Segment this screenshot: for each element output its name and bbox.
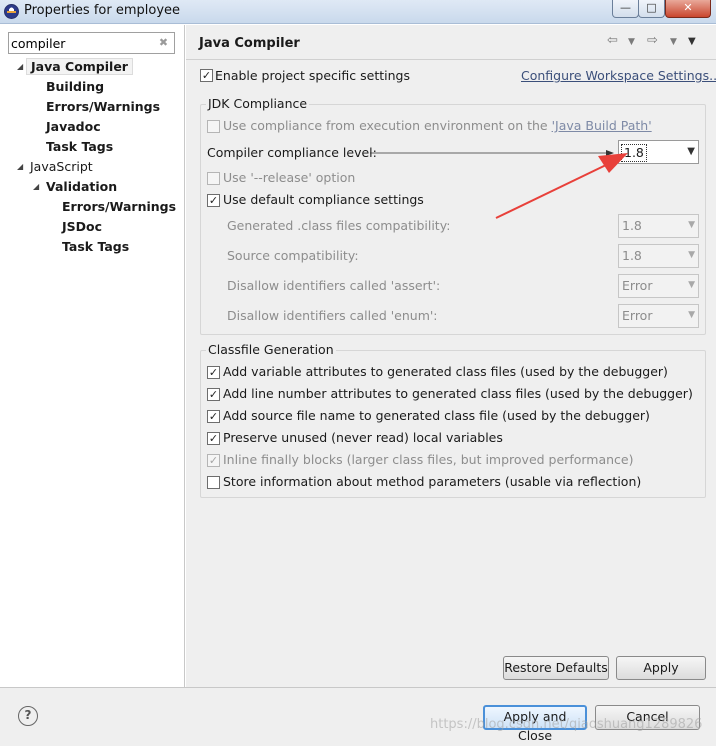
configure-workspace-link[interactable]: Configure Workspace Settings... [521,68,716,84]
tree-item-task-tags[interactable]: Task Tags [46,137,113,157]
disallow-assert-label: Disallow identifiers called 'assert': [227,278,441,293]
chevron-down-icon: ▼ [688,280,695,290]
generated-compat-select[interactable]: 1.8 ▼ [618,214,699,238]
back-icon[interactable]: ⇦ [607,33,618,48]
generated-compat-label: Generated .class files compatibility: [227,218,451,233]
source-file-name-checkbox[interactable]: ✓ [207,410,220,423]
inline-finally-label: Inline finally blocks (larger class file… [223,452,634,467]
filter-input[interactable] [11,34,151,52]
filter-box: ✖ [8,32,175,54]
window-title: Properties for employee [24,3,181,18]
disallow-enum-select[interactable]: Error ▼ [618,304,699,328]
minimize-button[interactable]: — [612,0,639,18]
chevron-down-icon: ▼ [688,220,695,230]
view-menu-icon[interactable]: ▼ [688,36,696,47]
enable-project-specific-label: Enable project specific settings [215,68,410,83]
tree-item-javadoc[interactable]: Javadoc [46,117,101,137]
use-default-compliance-checkbox[interactable]: ✓ [207,194,220,207]
chevron-down-icon: ▼ [687,146,695,157]
eclipse-icon [4,4,19,19]
generated-compat-value: 1.8 [622,218,642,233]
tree-item-building[interactable]: Building [46,77,104,97]
java-build-path-link[interactable]: 'Java Build Path' [552,118,652,133]
expand-validation-icon[interactable]: ◢ [33,177,39,197]
watermark: https://blog.csdn.net/qiaoshuang1289826 [430,717,703,732]
source-compat-value: 1.8 [622,248,642,263]
disallow-enum-label: Disallow identifiers called 'enum': [227,308,438,323]
expand-javascript-icon[interactable]: ◢ [17,157,23,177]
tree-item-javascript[interactable]: JavaScript [30,157,93,177]
back-menu-chevron-icon[interactable]: ▼ [628,37,635,47]
source-compat-select[interactable]: 1.8 ▼ [618,244,699,268]
tree-item-js-errors-warnings[interactable]: Errors/Warnings [62,197,176,217]
tree-item-jsdoc[interactable]: JSDoc [62,217,102,237]
page-title: Java Compiler [199,36,300,51]
compliance-level-value: 1.8 [621,144,647,162]
source-compat-label: Source compatibility: [227,248,359,263]
preserve-unused-label: Preserve unused (never read) local varia… [223,430,503,445]
enable-project-specific-checkbox[interactable]: ✓ [200,69,213,82]
jdk-compliance-title: JDK Compliance [206,96,310,112]
compliance-level-label: Compiler compliance level: [207,145,377,160]
use-compliance-env-label: Use compliance from execution environmen… [223,118,652,134]
variable-attrs-label: Add variable attributes to generated cla… [223,364,668,379]
line-number-attrs-checkbox[interactable]: ✓ [207,388,220,401]
disallow-assert-value: Error [622,278,653,293]
tree-item-js-task-tags[interactable]: Task Tags [62,237,129,257]
line-number-attrs-label: Add line number attributes to generated … [223,386,693,401]
preserve-unused-checkbox[interactable]: ✓ [207,432,220,445]
forward-menu-chevron-icon[interactable]: ▼ [670,37,677,47]
release-option-checkbox[interactable] [207,172,220,185]
chevron-down-icon: ▼ [688,250,695,260]
disallow-assert-select[interactable]: Error ▼ [618,274,699,298]
tree-item-errors-warnings[interactable]: Errors/Warnings [46,97,160,117]
release-option-label: Use '--release' option [223,170,356,185]
close-button[interactable]: ✕ [665,0,711,18]
tree-item-label: Java Compiler [26,58,133,75]
source-file-name-label: Add source file name to generated class … [223,408,650,423]
header-separator [186,59,716,60]
tree-item-validation[interactable]: Validation [46,177,117,197]
clear-filter-icon[interactable]: ✖ [157,36,170,49]
inline-finally-checkbox[interactable]: ✓ [207,454,220,467]
disallow-enum-value: Error [622,308,653,323]
use-compliance-env-checkbox[interactable] [207,120,220,133]
store-method-params-label: Store information about method parameter… [223,474,642,489]
store-method-params-checkbox[interactable] [207,476,220,489]
restore-defaults-button[interactable]: Restore Defaults [503,656,609,680]
variable-attrs-checkbox[interactable]: ✓ [207,366,220,379]
compliance-level-select[interactable]: 1.8 ▼ [618,140,699,164]
use-default-compliance-label: Use default compliance settings [223,192,424,207]
forward-icon[interactable]: ⇨ [647,33,658,48]
use-compliance-env-text: Use compliance from execution environmen… [223,118,552,133]
classfile-generation-title: Classfile Generation [206,342,336,358]
tree-item-java-compiler[interactable]: Java Compiler [26,57,133,77]
help-icon[interactable]: ? [18,706,38,726]
maximize-button[interactable]: □ [638,0,665,18]
apply-button[interactable]: Apply [616,656,706,680]
expand-java-compiler-icon[interactable]: ◢ [17,57,23,77]
chevron-down-icon: ▼ [688,310,695,320]
